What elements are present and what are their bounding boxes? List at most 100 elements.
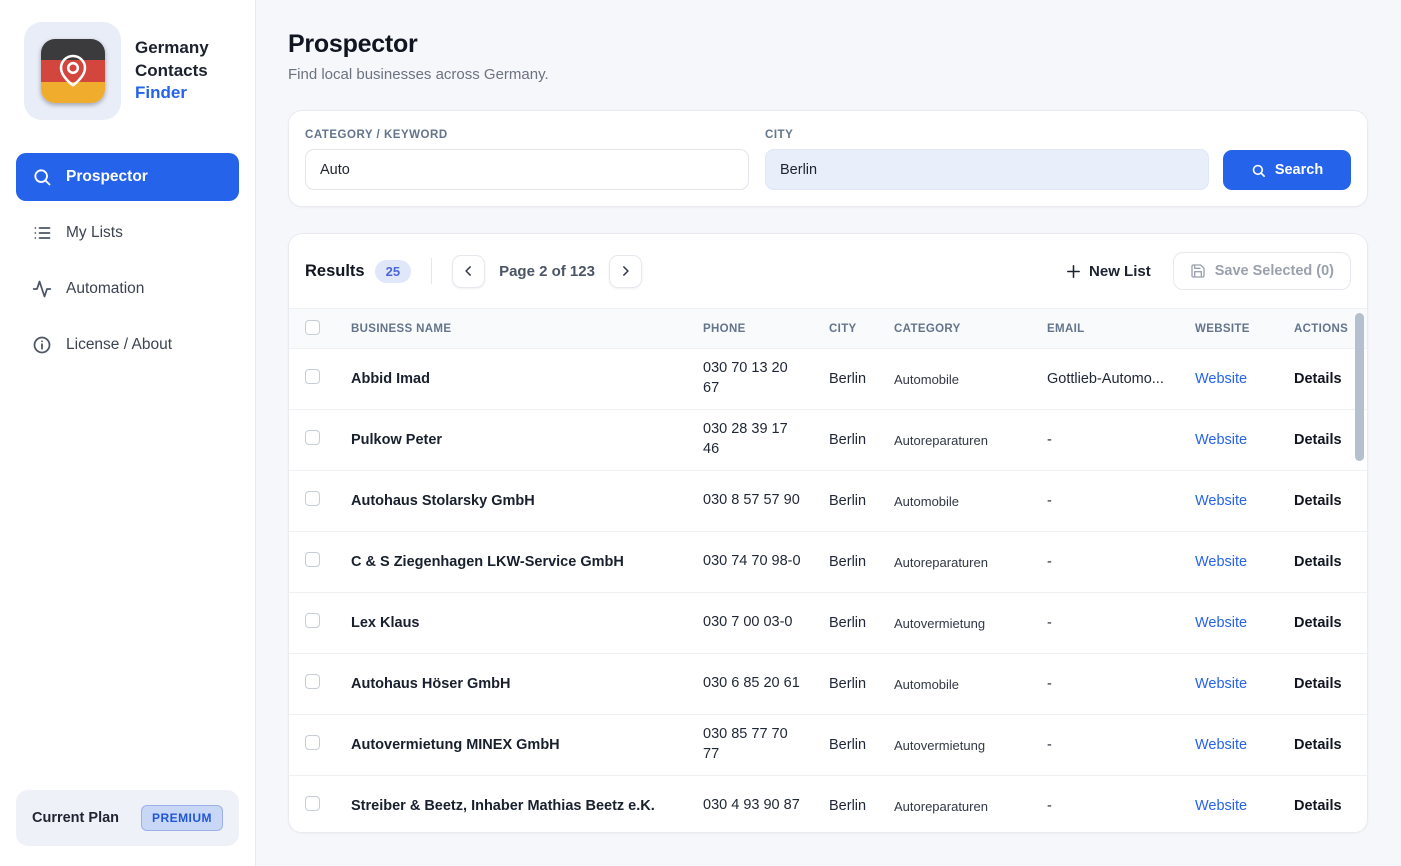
phone-cell: 030 70 13 20 67 xyxy=(703,360,788,396)
search-button[interactable]: Search xyxy=(1223,150,1351,190)
category-label: CATEGORY / KEYWORD xyxy=(305,129,448,141)
sidebar-item-my-lists[interactable]: My Lists xyxy=(16,209,239,257)
chevron-left-icon xyxy=(464,266,471,276)
sidebar-item-prospector[interactable]: Prospector xyxy=(16,153,239,201)
row-checkbox[interactable] xyxy=(305,552,320,567)
new-list-button[interactable]: New List xyxy=(1065,263,1151,280)
select-all-checkbox[interactable] xyxy=(305,319,320,335)
activity-icon xyxy=(32,280,52,298)
results-title: Results xyxy=(305,261,365,280)
sidebar: Germany Contacts Finder Prospector My Li… xyxy=(0,0,256,866)
city-cell: Berlin xyxy=(829,676,867,692)
city-cell: Berlin xyxy=(829,493,867,509)
save-icon xyxy=(1191,264,1205,278)
table-scrollbar-thumb[interactable] xyxy=(1355,313,1364,461)
row-checkbox[interactable] xyxy=(305,674,320,689)
business-name-cell: Lex Klaus xyxy=(351,615,420,631)
category-cell: Autovermietung xyxy=(894,737,986,753)
phone-cell: 030 6 85 20 61 xyxy=(703,675,800,692)
email-cell: - xyxy=(1047,493,1052,509)
column-header-actions: ACTIONS xyxy=(1294,322,1349,335)
details-button[interactable]: Details xyxy=(1294,432,1342,448)
details-button[interactable]: Details xyxy=(1294,798,1342,814)
table-row: Pulkow Peter 030 28 39 17 46 Berlin Auto… xyxy=(289,410,1367,471)
row-checkbox[interactable] xyxy=(305,613,320,628)
city-cell: Berlin xyxy=(829,737,867,753)
column-header-email: EMAIL xyxy=(1047,322,1085,335)
city-input[interactable] xyxy=(765,149,1209,190)
sidebar-item-automation[interactable]: Automation xyxy=(16,265,239,313)
email-cell: Gottlieb-Automo... xyxy=(1047,371,1164,387)
table-row: Autohaus Höser GmbH 030 6 85 20 61 Berli… xyxy=(289,654,1367,715)
details-button[interactable]: Details xyxy=(1294,371,1342,387)
row-checkbox[interactable] xyxy=(305,796,320,811)
info-icon xyxy=(33,336,51,354)
category-cell: Autoreparaturen xyxy=(894,554,988,570)
sidebar-item-license-about[interactable]: License / About xyxy=(16,321,239,369)
details-button[interactable]: Details xyxy=(1294,676,1342,692)
save-selected-button[interactable]: Save Selected (0) xyxy=(1172,252,1351,290)
website-link[interactable]: Website xyxy=(1195,676,1247,692)
details-button[interactable]: Details xyxy=(1294,737,1342,753)
table-body: Abbid Imad 030 70 13 20 67 Berlin Automo… xyxy=(289,349,1367,832)
table-row: C & S Ziegenhagen LKW-Service GmbH 030 7… xyxy=(289,532,1367,593)
phone-cell: 030 74 70 98-0 xyxy=(703,553,801,570)
website-link[interactable]: Website xyxy=(1195,554,1247,570)
results-toolbar: Results 25 Page 2 of 123 New List Save S… xyxy=(289,234,1367,308)
row-checkbox[interactable] xyxy=(305,430,320,445)
column-header-business-name: BUSINESS NAME xyxy=(351,322,452,335)
phone-cell: 030 85 77 70 77 xyxy=(703,726,788,762)
germany-flag-pin-icon xyxy=(40,39,105,103)
city-cell: Berlin xyxy=(829,615,867,631)
city-cell: Berlin xyxy=(829,432,867,448)
row-checkbox[interactable] xyxy=(305,491,320,506)
website-link[interactable]: Website xyxy=(1195,371,1247,387)
divider xyxy=(431,258,433,284)
details-button[interactable]: Details xyxy=(1294,615,1342,631)
page-title: Prospector xyxy=(288,30,418,58)
website-link[interactable]: Website xyxy=(1195,737,1247,753)
brand: Germany Contacts Finder xyxy=(24,22,239,120)
city-field-group: CITY xyxy=(765,129,1209,190)
email-cell: - xyxy=(1047,554,1052,570)
website-link[interactable]: Website xyxy=(1195,615,1247,631)
column-header-category: CATEGORY xyxy=(894,322,961,335)
column-header-phone: PHONE xyxy=(703,322,746,335)
table-header: BUSINESS NAME PHONE CITY CATEGORY EMAIL … xyxy=(289,308,1367,349)
page-subtitle: Find local businesses across Germany. xyxy=(288,66,549,83)
phone-cell: 030 4 93 90 87 xyxy=(703,797,800,814)
business-name-cell: Pulkow Peter xyxy=(351,432,443,448)
premium-badge: PREMIUM xyxy=(140,805,223,831)
list-icon xyxy=(34,227,51,239)
details-button[interactable]: Details xyxy=(1294,554,1342,570)
table-row: Autohaus Stolarsky GmbH 030 8 57 57 90 B… xyxy=(289,471,1367,532)
next-page-button[interactable] xyxy=(608,254,642,288)
category-cell: Autoreparaturen xyxy=(894,432,988,448)
prev-page-button[interactable] xyxy=(452,254,486,288)
email-cell: - xyxy=(1047,676,1052,692)
phone-cell: 030 7 00 03-0 xyxy=(703,614,793,631)
category-field-group: CATEGORY / KEYWORD xyxy=(305,129,749,190)
search-icon xyxy=(1252,164,1265,177)
details-button[interactable]: Details xyxy=(1294,493,1342,509)
row-checkbox[interactable] xyxy=(305,369,320,384)
business-name-cell: Streiber & Beetz, Inhaber Mathias Beetz … xyxy=(351,798,655,814)
website-link[interactable]: Website xyxy=(1195,493,1247,509)
main-content: Prospector Find local businesses across … xyxy=(256,0,1401,866)
row-checkbox[interactable] xyxy=(305,735,320,750)
website-link[interactable]: Website xyxy=(1195,432,1247,448)
column-header-website: WEBSITE xyxy=(1195,322,1250,335)
business-name-cell: Autohaus Stolarsky GmbH xyxy=(351,493,535,509)
table-row: Autovermietung MINEX GmbH 030 85 77 70 7… xyxy=(289,715,1367,776)
website-link[interactable]: Website xyxy=(1195,798,1247,814)
results-panel: Results 25 Page 2 of 123 New List Save S… xyxy=(288,233,1368,833)
category-cell: Automobile xyxy=(894,371,960,387)
chevron-right-icon xyxy=(623,266,630,276)
phone-cell: 030 28 39 17 46 xyxy=(703,421,788,457)
email-cell: - xyxy=(1047,798,1052,814)
table-row: Abbid Imad 030 70 13 20 67 Berlin Automo… xyxy=(289,349,1367,410)
email-cell: - xyxy=(1047,737,1052,753)
category-keyword-input[interactable] xyxy=(305,149,749,190)
category-cell: Autoreparaturen xyxy=(894,798,988,814)
plus-icon xyxy=(1067,264,1080,278)
